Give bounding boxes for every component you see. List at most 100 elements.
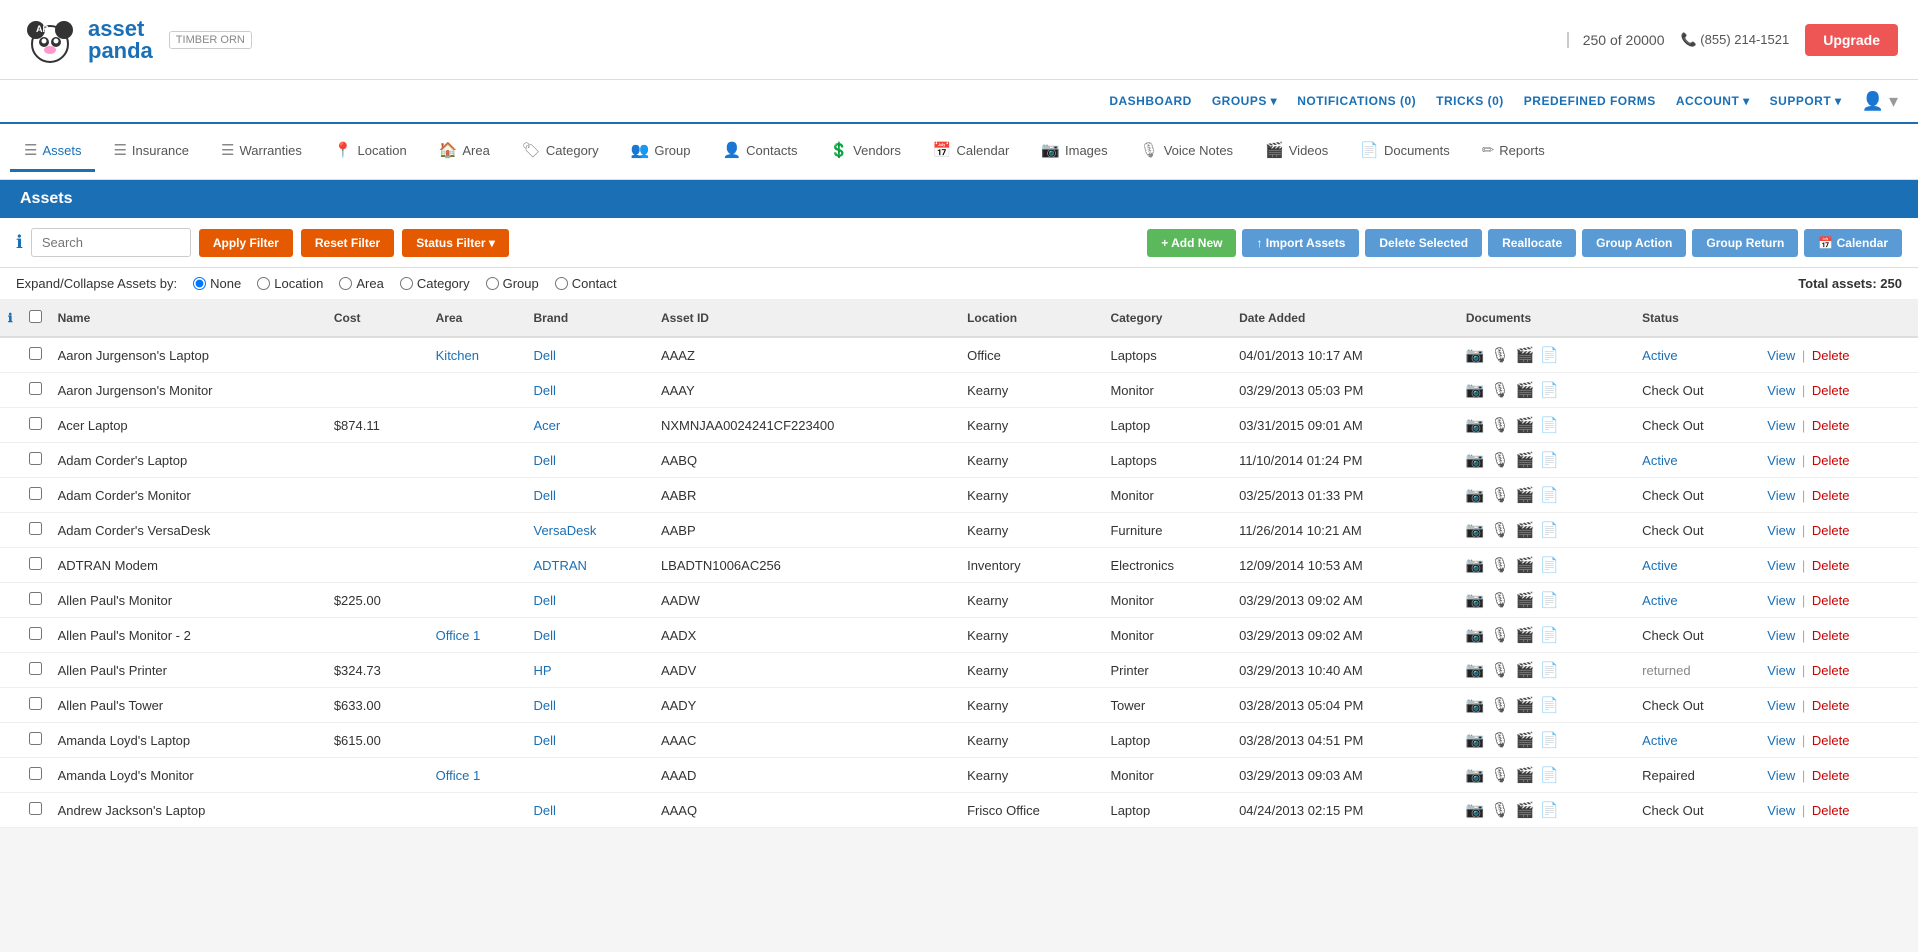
row-checkbox-2[interactable] xyxy=(29,417,42,430)
video-icon-6[interactable]: 🎬 xyxy=(1516,556,1535,574)
nav-notifications[interactable]: NOTIFICATIONS (0) xyxy=(1297,94,1416,108)
expand-none[interactable]: None xyxy=(193,276,241,291)
row-checkbox-0[interactable] xyxy=(29,347,42,360)
delete-link-11[interactable]: Delete xyxy=(1812,733,1850,748)
delete-link-2[interactable]: Delete xyxy=(1812,418,1850,433)
nav-dashboard[interactable]: DASHBOARD xyxy=(1109,94,1192,108)
nav-predefined-forms[interactable]: PREDEFINED FORMS xyxy=(1524,94,1656,108)
view-link-3[interactable]: View xyxy=(1767,453,1795,468)
mic-icon-7[interactable]: 🎙 xyxy=(1491,591,1510,609)
tab-contacts[interactable]: 👤 Contacts xyxy=(708,131,811,172)
row-brand-link-6[interactable]: ADTRAN xyxy=(534,558,587,573)
upgrade-button[interactable]: Upgrade xyxy=(1805,24,1898,56)
delete-link-3[interactable]: Delete xyxy=(1812,453,1850,468)
view-link-1[interactable]: View xyxy=(1767,383,1795,398)
mic-icon-5[interactable]: 🎙 xyxy=(1491,521,1510,539)
info-icon[interactable]: ℹ xyxy=(16,232,23,253)
camera-icon-7[interactable]: 📷 xyxy=(1466,591,1485,609)
row-checkbox-10[interactable] xyxy=(29,697,42,710)
camera-icon-9[interactable]: 📷 xyxy=(1466,661,1485,679)
video-icon-2[interactable]: 🎬 xyxy=(1516,416,1535,434)
video-icon-7[interactable]: 🎬 xyxy=(1516,591,1535,609)
video-icon-0[interactable]: 🎬 xyxy=(1516,346,1535,364)
doc-icon-9[interactable]: 📄 xyxy=(1540,661,1559,679)
doc-icon-8[interactable]: 📄 xyxy=(1540,626,1559,644)
expand-contact[interactable]: Contact xyxy=(555,276,617,291)
group-action-button[interactable]: Group Action xyxy=(1582,229,1686,257)
mic-icon-0[interactable]: 🎙 xyxy=(1491,346,1510,364)
tab-area[interactable]: 🏠 Area xyxy=(425,131,504,172)
doc-icon-5[interactable]: 📄 xyxy=(1540,521,1559,539)
view-link-12[interactable]: View xyxy=(1767,768,1795,783)
doc-icon-6[interactable]: 📄 xyxy=(1540,556,1559,574)
view-link-6[interactable]: View xyxy=(1767,558,1795,573)
view-link-13[interactable]: View xyxy=(1767,803,1795,818)
video-icon-12[interactable]: 🎬 xyxy=(1516,766,1535,784)
tab-videos[interactable]: 🎬 Videos xyxy=(1251,131,1342,172)
import-assets-button[interactable]: ↑ Import Assets xyxy=(1242,229,1359,257)
expand-category[interactable]: Category xyxy=(400,276,470,291)
tab-vendors[interactable]: 💲 Vendors xyxy=(815,131,914,172)
row-checkbox-13[interactable] xyxy=(29,802,42,815)
view-link-0[interactable]: View xyxy=(1767,348,1795,363)
view-link-9[interactable]: View xyxy=(1767,663,1795,678)
row-brand-link-2[interactable]: Acer xyxy=(534,418,561,433)
camera-icon-12[interactable]: 📷 xyxy=(1466,766,1485,784)
nav-tricks[interactable]: TRICKS (0) xyxy=(1436,94,1504,108)
delete-link-13[interactable]: Delete xyxy=(1812,803,1850,818)
row-checkbox-12[interactable] xyxy=(29,767,42,780)
tab-reports[interactable]: ✏ Reports xyxy=(1468,131,1559,172)
nav-account[interactable]: ACCOUNT xyxy=(1676,94,1750,108)
row-brand-link-9[interactable]: HP xyxy=(534,663,552,678)
mic-icon-13[interactable]: 🎙 xyxy=(1491,801,1510,819)
delete-link-6[interactable]: Delete xyxy=(1812,558,1850,573)
doc-icon-3[interactable]: 📄 xyxy=(1540,451,1559,469)
video-icon-9[interactable]: 🎬 xyxy=(1516,661,1535,679)
tab-group[interactable]: 👥 Group xyxy=(617,131,705,172)
row-brand-link-8[interactable]: Dell xyxy=(534,628,556,643)
apply-filter-button[interactable]: Apply Filter xyxy=(199,229,293,257)
video-icon-13[interactable]: 🎬 xyxy=(1516,801,1535,819)
camera-icon-0[interactable]: 📷 xyxy=(1466,346,1485,364)
tab-documents[interactable]: 📄 Documents xyxy=(1346,131,1463,172)
camera-icon-1[interactable]: 📷 xyxy=(1466,381,1485,399)
row-checkbox-8[interactable] xyxy=(29,627,42,640)
row-checkbox-1[interactable] xyxy=(29,382,42,395)
mic-icon-6[interactable]: 🎙 xyxy=(1491,556,1510,574)
mic-icon-9[interactable]: 🎙 xyxy=(1491,661,1510,679)
video-icon-10[interactable]: 🎬 xyxy=(1516,696,1535,714)
tab-calendar[interactable]: 📅 Calendar xyxy=(919,131,1023,172)
camera-icon-8[interactable]: 📷 xyxy=(1466,626,1485,644)
delete-link-8[interactable]: Delete xyxy=(1812,628,1850,643)
camera-icon-10[interactable]: 📷 xyxy=(1466,696,1485,714)
mic-icon-8[interactable]: 🎙 xyxy=(1491,626,1510,644)
view-link-8[interactable]: View xyxy=(1767,628,1795,643)
camera-icon-4[interactable]: 📷 xyxy=(1466,486,1485,504)
add-new-button[interactable]: + Add New xyxy=(1147,229,1236,257)
user-icon[interactable]: 👤 ▾ xyxy=(1862,91,1898,112)
search-input[interactable] xyxy=(31,228,191,257)
view-link-7[interactable]: View xyxy=(1767,593,1795,608)
doc-icon-13[interactable]: 📄 xyxy=(1540,801,1559,819)
group-return-button[interactable]: Group Return xyxy=(1692,229,1798,257)
doc-icon-0[interactable]: 📄 xyxy=(1540,346,1559,364)
video-icon-1[interactable]: 🎬 xyxy=(1516,381,1535,399)
mic-icon-1[interactable]: 🎙 xyxy=(1491,381,1510,399)
tab-images[interactable]: 📷 Images xyxy=(1027,131,1121,172)
tab-voice-notes[interactable]: 🎙 Voice Notes xyxy=(1126,131,1247,172)
view-link-11[interactable]: View xyxy=(1767,733,1795,748)
delete-link-0[interactable]: Delete xyxy=(1812,348,1850,363)
row-checkbox-4[interactable] xyxy=(29,487,42,500)
view-link-10[interactable]: View xyxy=(1767,698,1795,713)
calendar-button[interactable]: 📅 Calendar xyxy=(1804,229,1902,257)
camera-icon-2[interactable]: 📷 xyxy=(1466,416,1485,434)
select-all-checkbox[interactable] xyxy=(29,310,42,323)
video-icon-4[interactable]: 🎬 xyxy=(1516,486,1535,504)
row-checkbox-6[interactable] xyxy=(29,557,42,570)
view-link-5[interactable]: View xyxy=(1767,523,1795,538)
delete-link-7[interactable]: Delete xyxy=(1812,593,1850,608)
camera-icon-11[interactable]: 📷 xyxy=(1466,731,1485,749)
row-checkbox-11[interactable] xyxy=(29,732,42,745)
row-brand-link-10[interactable]: Dell xyxy=(534,698,556,713)
expand-area[interactable]: Area xyxy=(339,276,383,291)
